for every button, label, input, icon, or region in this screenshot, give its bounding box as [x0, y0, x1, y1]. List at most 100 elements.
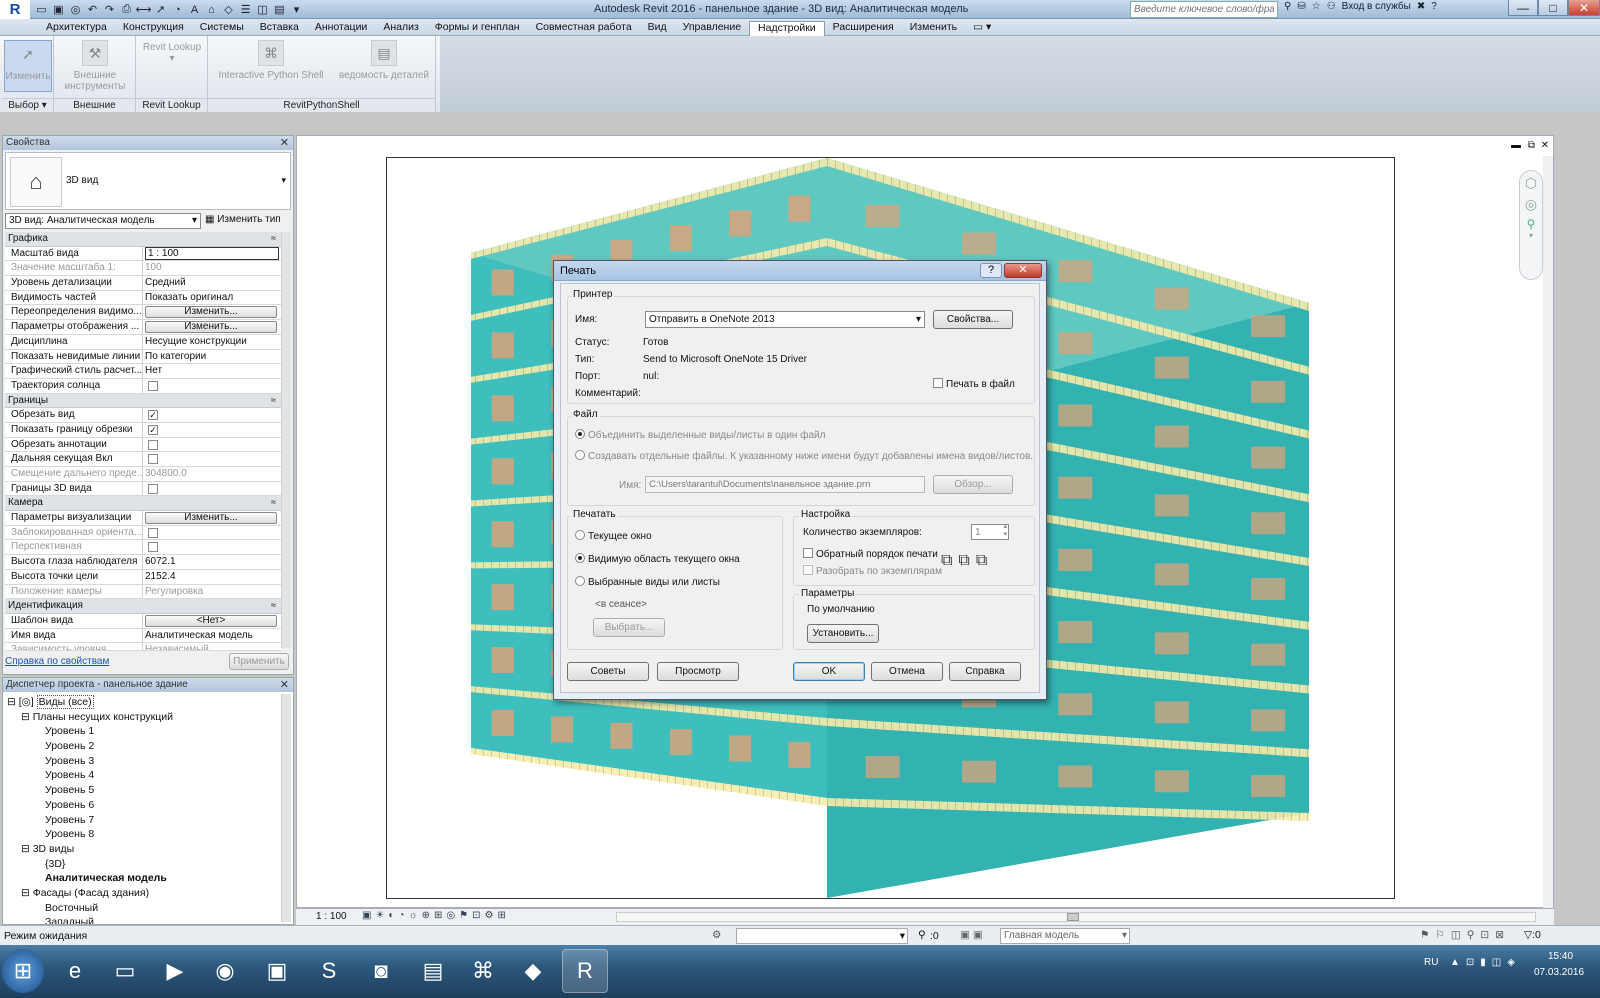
setup-button[interactable]: Установить... [807, 624, 879, 643]
binoculars-icon[interactable]: ⚲ [1284, 1, 1291, 12]
tray-icons[interactable]: ▲⊡▮◫◈ [1450, 957, 1521, 968]
tree-item-elevation[interactable]: Западный [7, 915, 173, 924]
revit-taskbar-icon[interactable]: R [562, 949, 608, 993]
language-indicator[interactable]: RU [1424, 957, 1438, 968]
exchange-icon[interactable]: ✖ [1417, 1, 1425, 12]
tree-item-3d[interactable]: {3D} [7, 857, 173, 872]
section-icon[interactable]: ◇ [221, 2, 236, 17]
dialog-help-icon[interactable]: ? [980, 263, 1002, 278]
start-button-icon[interactable]: ⊞ [2, 949, 44, 993]
prop-row[interactable]: Высота глаза наблюдателя 6072.1 [5, 555, 281, 570]
chevron-down-icon[interactable]: ▾ [1520, 231, 1542, 240]
terminal-icon[interactable]: ▤ [410, 949, 456, 993]
tree-item-level[interactable]: Уровень 3 [7, 754, 173, 769]
ribbon-toggle-icon[interactable]: ▭ ▾ [965, 21, 999, 36]
prop-row[interactable]: Графический стиль расчет... Нет [5, 364, 281, 379]
prop-row[interactable]: Масштаб вида 1 : 100 [5, 246, 281, 262]
firefox-icon[interactable]: ◉ [202, 949, 248, 993]
redo-icon[interactable]: ↷ [102, 2, 117, 17]
current-window-radio[interactable]: Текущее окно [575, 530, 652, 542]
tree-item-plans[interactable]: ⊟ Планы несущих конструкций [7, 710, 173, 725]
print-icon[interactable]: ⎙ [119, 2, 134, 17]
filter-funnel-icon[interactable]: ▽:0 [1524, 929, 1541, 941]
tree-item-level[interactable]: Уровень 5 [7, 783, 173, 798]
filter-icon[interactable]: ⚲ [918, 929, 926, 941]
tab-view[interactable]: Вид [640, 21, 675, 36]
view-selector[interactable]: 3D вид: Аналитическая модель ▾ [5, 213, 201, 229]
minimize-button[interactable]: — [1508, 0, 1538, 16]
default-3d-icon[interactable]: ⌂ [204, 2, 219, 17]
apply-button[interactable]: Применить [229, 653, 289, 670]
measure-icon[interactable]: ⟷ [136, 2, 152, 17]
maximize-button[interactable]: □ [1538, 0, 1568, 16]
selected-views-radio[interactable]: Выбранные виды или листы [575, 576, 720, 588]
worksets-icon[interactable]: ⚙ [712, 929, 721, 941]
prop-row[interactable]: Высота точки цели 2152.4 [5, 569, 281, 585]
dimension-icon[interactable]: ↗ [153, 2, 168, 17]
ok-button[interactable]: OK [793, 662, 865, 681]
selection-tools-icons[interactable]: ⚑⚐◫⚲⊡⊠ [1420, 929, 1510, 941]
tag-icon[interactable]: ◔ [170, 2, 185, 17]
properties-scrollbar[interactable] [281, 232, 291, 648]
tree-item-level[interactable]: Уровень 8 [7, 827, 173, 842]
type-selector[interactable]: ⌂ 3D вид ▾ [5, 152, 291, 210]
browser-scrollbar[interactable] [281, 694, 291, 922]
python-shell-button[interactable]: ⌘ Interactive Python Shell [216, 40, 326, 81]
cancel-button[interactable]: Отмена [871, 662, 943, 681]
text-icon[interactable]: A [187, 2, 202, 17]
workset-select[interactable]: ▾ [736, 928, 908, 944]
tree-item-analytic-model[interactable]: Аналитическая модель [7, 871, 173, 886]
thin-lines-icon[interactable]: ☰ [238, 2, 253, 17]
favorites-icon[interactable]: ☆ [1312, 1, 1321, 12]
tree-item-level[interactable]: Уровень 1 [7, 724, 173, 739]
steering-wheel-icon[interactable]: ◎ [1520, 196, 1542, 213]
copies-spinner[interactable]: 1 ▴ ▾ [971, 523, 1009, 540]
zoom-icon[interactable]: ⚲ [1520, 217, 1542, 231]
scale-input[interactable]: 1 : 100 [145, 246, 279, 260]
reverse-order-checkbox[interactable]: Обратный порядок печати [803, 548, 938, 560]
view-template-button[interactable]: <Нет> [145, 614, 277, 627]
tree-item-elevations[interactable]: ⊟ Фасады (Фасад здания) [7, 886, 173, 901]
group-graphics[interactable]: Графика [5, 231, 281, 247]
sync-icon[interactable]: ◎ [68, 2, 83, 17]
tab-analyze[interactable]: Анализ [375, 21, 426, 36]
combine-files-radio[interactable]: Объединить выделенные виды/листы в один … [575, 429, 825, 441]
prop-row[interactable]: Имя вида Аналитическая модель [5, 628, 281, 644]
tree-item-level[interactable]: Уровень 4 [7, 768, 173, 783]
prop-row[interactable]: Дисциплина Несущие конструкции [5, 334, 281, 350]
tab-architecture[interactable]: Архитектура [38, 21, 115, 36]
save-icon[interactable]: ▣ [51, 2, 66, 17]
tab-massing[interactable]: Формы и генплан [427, 21, 528, 36]
select-panel-label[interactable]: Выбор ▾ [2, 98, 53, 112]
printer-select[interactable]: Отправить в OneNote 2013 ▾ [645, 311, 925, 328]
tab-annotate[interactable]: Аннотации [307, 21, 376, 36]
tips-button[interactable]: Советы [567, 662, 649, 681]
tree-item-level[interactable]: Уровень 2 [7, 739, 173, 754]
viewcube-icon[interactable]: ⬡ [1520, 175, 1542, 192]
file-path-input[interactable]: C:\Users\tarantul\Documents\панельное зд… [645, 476, 925, 493]
file-explorer-icon[interactable]: ▭ [102, 949, 148, 993]
dialog-close-button[interactable]: ✕ [1004, 263, 1042, 278]
undo-icon[interactable]: ↶ [85, 2, 100, 17]
tree-item-views[interactable]: ⊟ [◎] Виды (все) [7, 695, 173, 710]
tab-addins[interactable]: Надстройки [749, 21, 825, 36]
printer-properties-button[interactable]: Свойства... [933, 310, 1013, 329]
python-app-icon[interactable]: ⌘ [460, 949, 506, 993]
tab-structure[interactable]: Конструкция [115, 21, 192, 36]
section-box-checkbox[interactable] [148, 483, 158, 494]
properties-help-link[interactable]: Справка по свойствам [5, 656, 109, 667]
view-restore-icon[interactable]: ⧉ [1528, 140, 1535, 151]
tree-item-3d-views[interactable]: ⊟ 3D виды [7, 842, 173, 857]
print-to-file-checkbox[interactable]: Печать в файл [933, 378, 1015, 390]
group-camera[interactable]: Камера [5, 495, 281, 512]
tab-modify[interactable]: Изменить [902, 21, 965, 36]
tab-collaborate[interactable]: Совместная работа [528, 21, 640, 36]
display-edit-button[interactable]: Изменить... [145, 321, 277, 334]
detail-sheet-button[interactable]: ▤ ведомость деталей [336, 40, 432, 81]
camera-icon[interactable]: ◙ [358, 949, 404, 993]
subscription-icon[interactable]: ⛁ [1297, 1, 1305, 12]
tree-item-level[interactable]: Уровень 6 [7, 798, 173, 813]
tab-insert[interactable]: Вставка [252, 21, 307, 36]
horizontal-scrollbar[interactable] [616, 912, 1536, 922]
tree-item-elevation[interactable]: Восточный [7, 901, 173, 916]
